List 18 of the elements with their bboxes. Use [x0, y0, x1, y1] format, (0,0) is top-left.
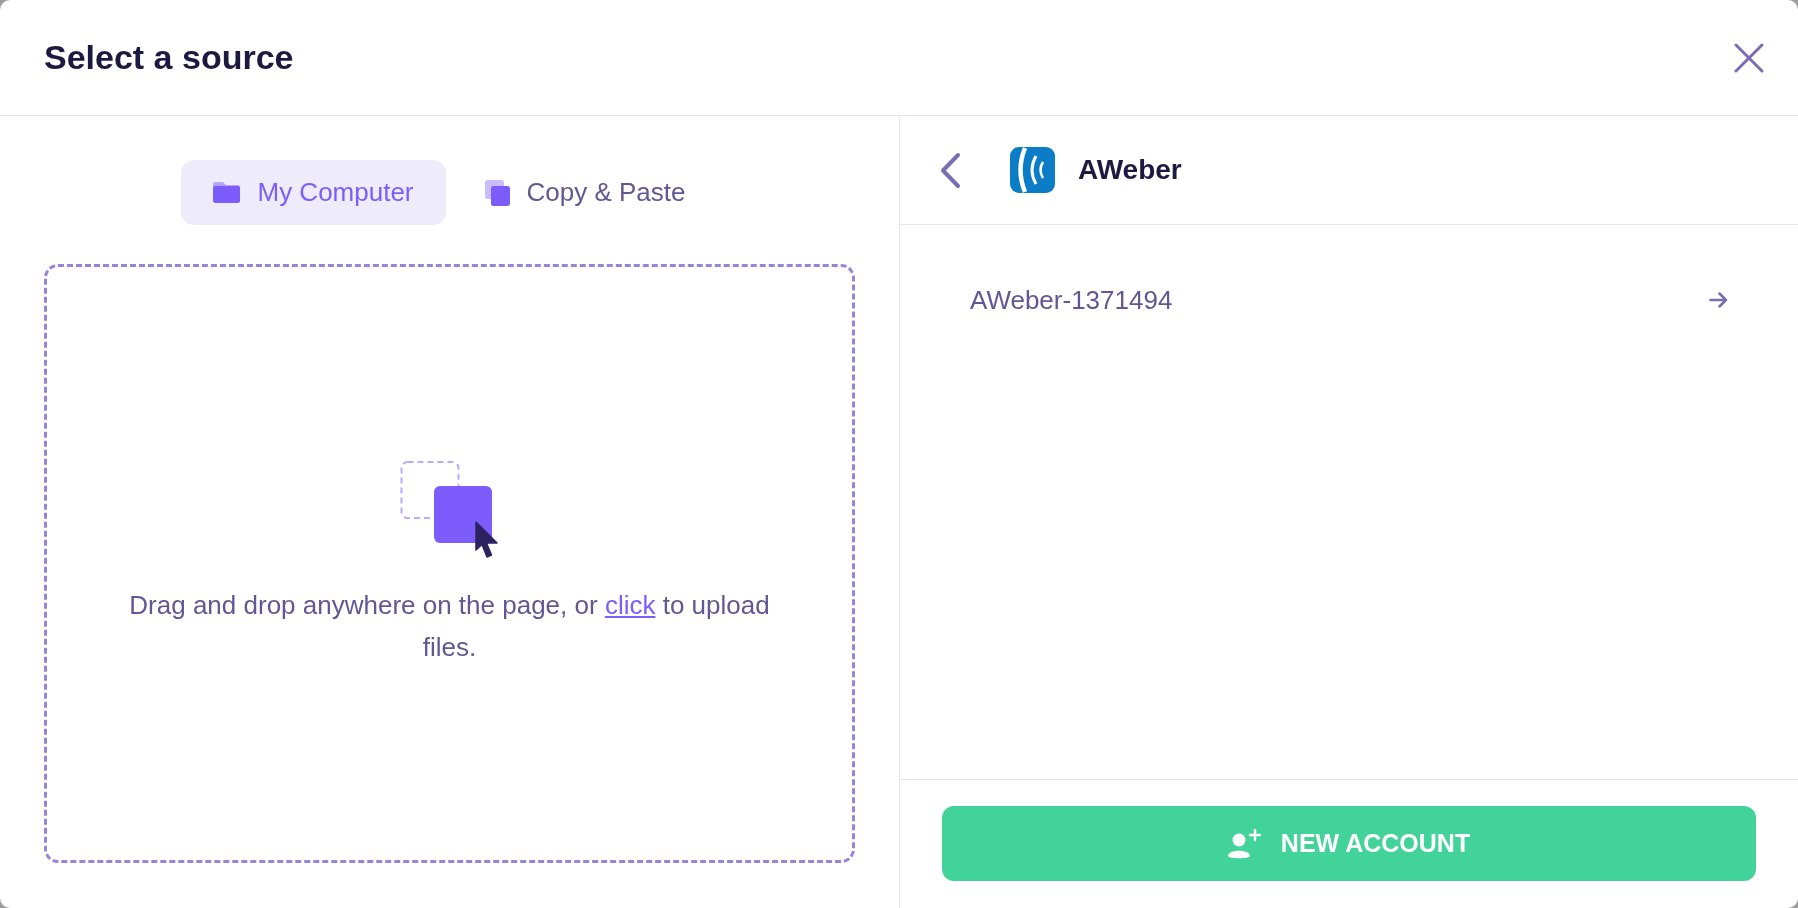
chevron-left-icon [939, 151, 961, 189]
close-button[interactable] [1734, 42, 1764, 73]
back-button[interactable] [939, 151, 961, 189]
drop-instructions: Drag and drop anywhere on the page, or click to upload files. [128, 588, 771, 664]
arrow-right-icon [1709, 292, 1728, 308]
integration-name: AWeber [1078, 154, 1182, 186]
drop-zone[interactable]: Drag and drop anywhere on the page, or click to upload files. [44, 264, 855, 863]
source-tab[interactable]: My Computer [181, 160, 446, 225]
close-icon [1734, 42, 1764, 73]
source-tab[interactable]: Copy & Paste [452, 160, 718, 225]
dialog-title: Select a source [44, 38, 294, 77]
folder-icon [213, 182, 241, 203]
copy-icon [484, 179, 510, 206]
logo-icon [1010, 147, 1055, 193]
account-item[interactable]: AWeber-1371494 [940, 262, 1758, 338]
drag-drop-icon [399, 459, 500, 560]
upload-link[interactable]: click [604, 589, 656, 620]
add-user-icon [1227, 828, 1261, 859]
